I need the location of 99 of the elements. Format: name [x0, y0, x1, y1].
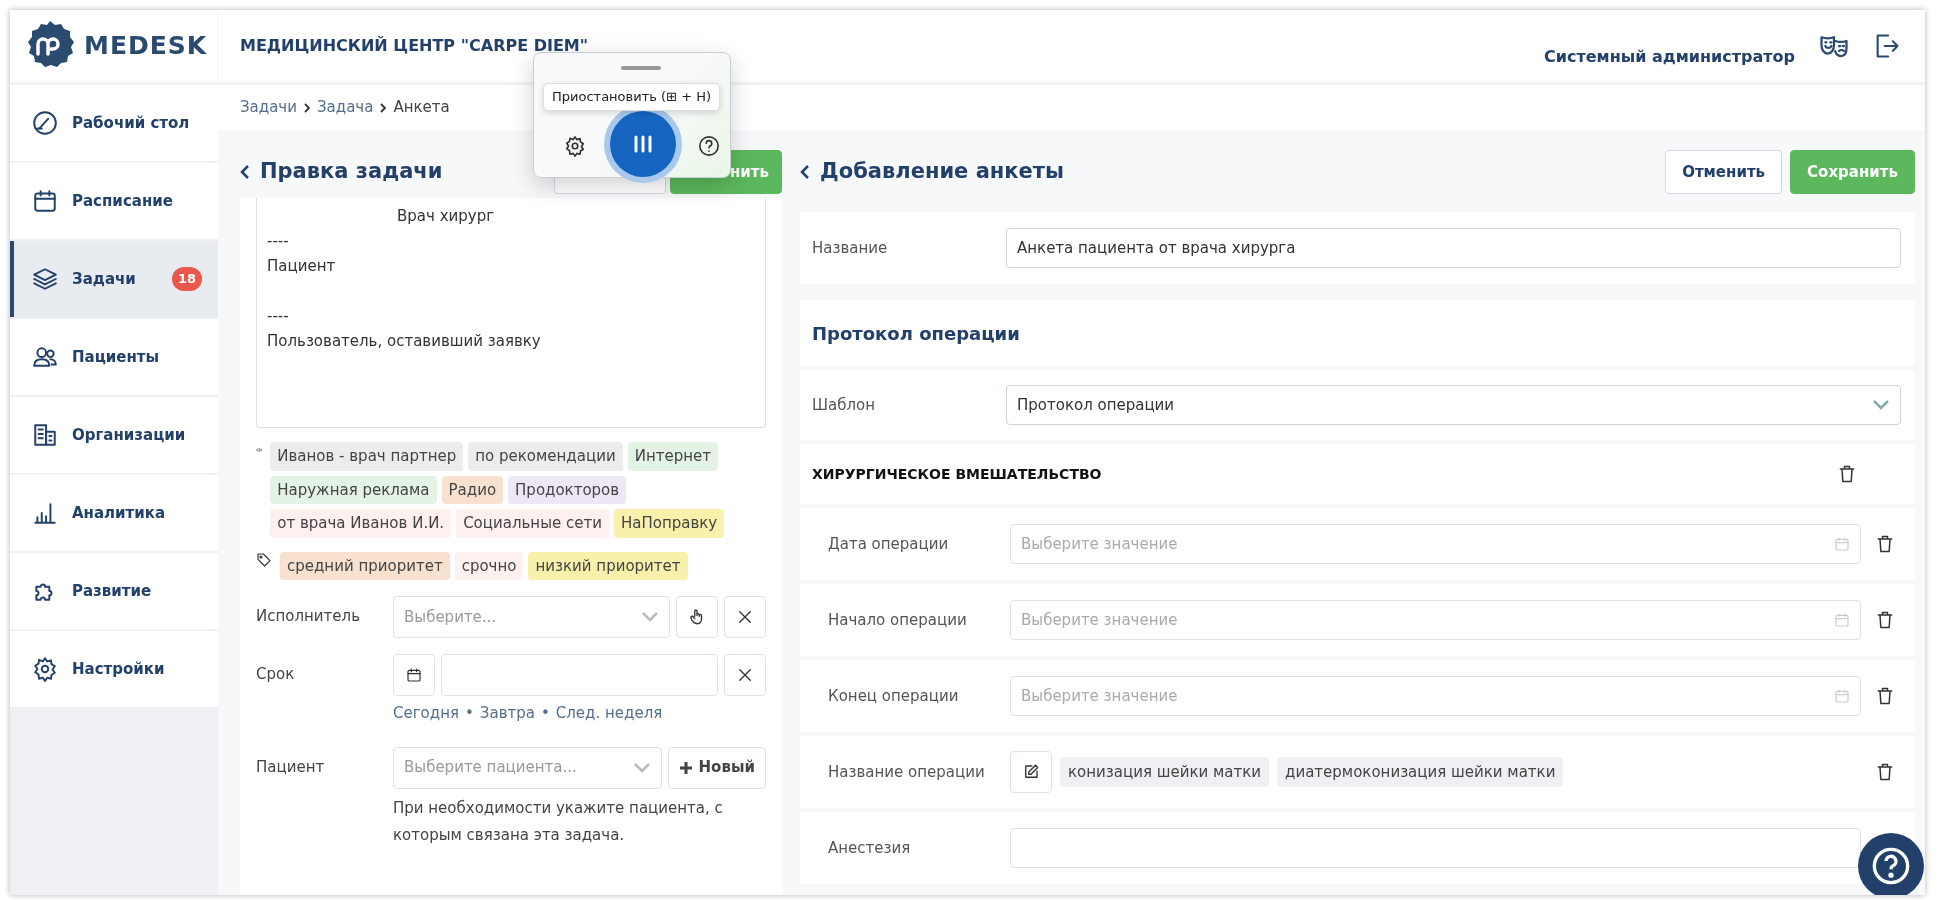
description-field[interactable]: Врач хирург ---- Пациент ---- Пользователь, оставивший заявку [256, 198, 766, 428]
sidebar-item[interactable]: Рабочий стол [10, 85, 218, 161]
bar-chart-icon [32, 500, 58, 526]
field-label: Пациент [256, 756, 326, 778]
name-field[interactable]: Анкета пациента от врача хирурга [1006, 228, 1901, 268]
separator-dot: • [540, 703, 550, 724]
chevron-down-icon [1872, 399, 1890, 411]
source-tag: Интернет [627, 442, 718, 471]
calendar-icon [406, 667, 422, 683]
panel-title: Правка задачи [260, 159, 443, 185]
help-icon[interactable] [698, 134, 720, 157]
operation-chip: конизация шейки матки [1060, 756, 1270, 788]
clinic-name: МЕДИЦИНСКИЙ ЦЕНТР "CARPE DIEM" [240, 35, 589, 57]
assign-button[interactable] [676, 596, 718, 638]
count-badge: 18 [171, 267, 202, 291]
group-title: ХИРУРГИЧЕСКОЕ ВМЕШАТЕЛЬСТВО [812, 464, 1102, 484]
sidebar-item[interactable]: Расписание [10, 163, 218, 239]
text-field[interactable] [1010, 828, 1861, 868]
trash-icon [1875, 762, 1895, 782]
user-role[interactable]: Системный администратор [1544, 45, 1795, 69]
description-line: Пользователь, оставивший заявку [267, 332, 541, 350]
calendar-button[interactable] [393, 654, 435, 696]
buildings-icon [32, 422, 58, 448]
sidebar-item[interactable]: Организации [10, 397, 218, 473]
trash-icon [1875, 534, 1895, 554]
quick-date-link[interactable]: След. неделя [555, 702, 663, 725]
operation-chip: диатермоконизация шейки матки [1277, 756, 1564, 788]
help-icon [1871, 846, 1911, 886]
chevron-down-icon [641, 611, 659, 623]
source-tag: Социальные сети [456, 509, 609, 538]
breadcrumb-link[interactable]: Задачи [240, 96, 297, 119]
section-title: Протокол операции [812, 321, 1020, 346]
deadline-field[interactable] [441, 654, 718, 696]
drag-handle[interactable] [621, 66, 661, 70]
source-tag: по рекомендации [468, 442, 623, 471]
breadcrumb-link[interactable]: Анкета [393, 96, 450, 119]
close-icon [736, 666, 754, 684]
breadcrumb-link[interactable]: Задача [317, 96, 374, 119]
layers-icon [32, 266, 58, 292]
chevron-right-icon [303, 101, 311, 114]
calendar-icon [1834, 612, 1850, 628]
edit-button[interactable] [1010, 751, 1052, 793]
field-label: Название [812, 237, 889, 259]
tag-icon [256, 551, 272, 568]
gauge-icon [32, 110, 58, 136]
source-tag: Иванов - врач партнер [270, 442, 464, 471]
trash-icon [1875, 610, 1895, 630]
cancel-button[interactable]: Отменить [1665, 150, 1783, 194]
new-patient-button[interactable]: Новый [667, 746, 766, 789]
logo-text: MEDESK [84, 30, 208, 63]
quick-date-link[interactable]: Сегодня [393, 702, 459, 725]
priority-tag: средний приоритет [280, 551, 450, 580]
trash-icon [1837, 464, 1857, 484]
priority-tag: низкий приоритет [528, 551, 688, 580]
back-icon[interactable] [800, 164, 810, 180]
calendar-icon [32, 188, 58, 214]
field-label: Название операции [828, 761, 986, 783]
description-line: Врач хирург [397, 207, 495, 225]
source-tag: Продокторов [508, 475, 627, 504]
description-line: ---- [267, 232, 289, 250]
sidebar-item[interactable]: Пациенты [10, 319, 218, 395]
field-label: Исполнитель [256, 606, 361, 627]
source-tag: НаПоправку [614, 509, 725, 538]
chevron-down-icon [632, 761, 651, 774]
plus-icon [678, 760, 693, 775]
priority-tag: срочно [454, 551, 524, 580]
field-label: Шаблон [812, 394, 877, 416]
back-icon[interactable] [240, 164, 250, 180]
field-label: Начало операции [828, 609, 968, 631]
sidebar-item[interactable]: Настройки [10, 631, 218, 707]
trash-icon [1875, 686, 1895, 706]
source-tag: Радио [441, 475, 504, 504]
field-label: Дата операции [828, 533, 950, 555]
description-line: ---- [267, 307, 289, 325]
settings-icon [32, 656, 58, 682]
people-icon [32, 344, 58, 370]
panel-title: Добавление анкеты [820, 159, 1064, 185]
source-tag: Наружная реклама [270, 475, 437, 504]
calendar-icon [1834, 536, 1850, 552]
quick-date-link[interactable]: Завтра [479, 702, 535, 725]
tooltip: Приостановить (⊞ + H) [543, 83, 720, 111]
field-label: Срок [256, 664, 296, 685]
clear-button[interactable] [724, 596, 766, 638]
clear-button[interactable] [724, 654, 766, 696]
sidebar-item[interactable]: Аналитика [10, 475, 218, 551]
field-label: Конец операции [828, 685, 960, 707]
settings-icon[interactable] [564, 134, 586, 157]
help-text: При необходимости укажите пациента, с которым связана эта задача. [393, 797, 724, 846]
source-tag: от врача Иванов И.И. [270, 509, 452, 538]
calendar-icon [1834, 688, 1850, 704]
separator-dot: • [464, 703, 474, 724]
template-select[interactable]: Протокол операции [1006, 385, 1901, 425]
edit-icon [1022, 763, 1040, 781]
chevron-right-icon [379, 101, 388, 114]
sidebar-item[interactable]: Развитие [10, 553, 218, 629]
description-line: Пациент [267, 257, 336, 275]
sidebar-item[interactable]: Задачи 18 [10, 241, 218, 317]
field-label: Анестезия [828, 837, 912, 859]
close-icon [736, 608, 754, 626]
